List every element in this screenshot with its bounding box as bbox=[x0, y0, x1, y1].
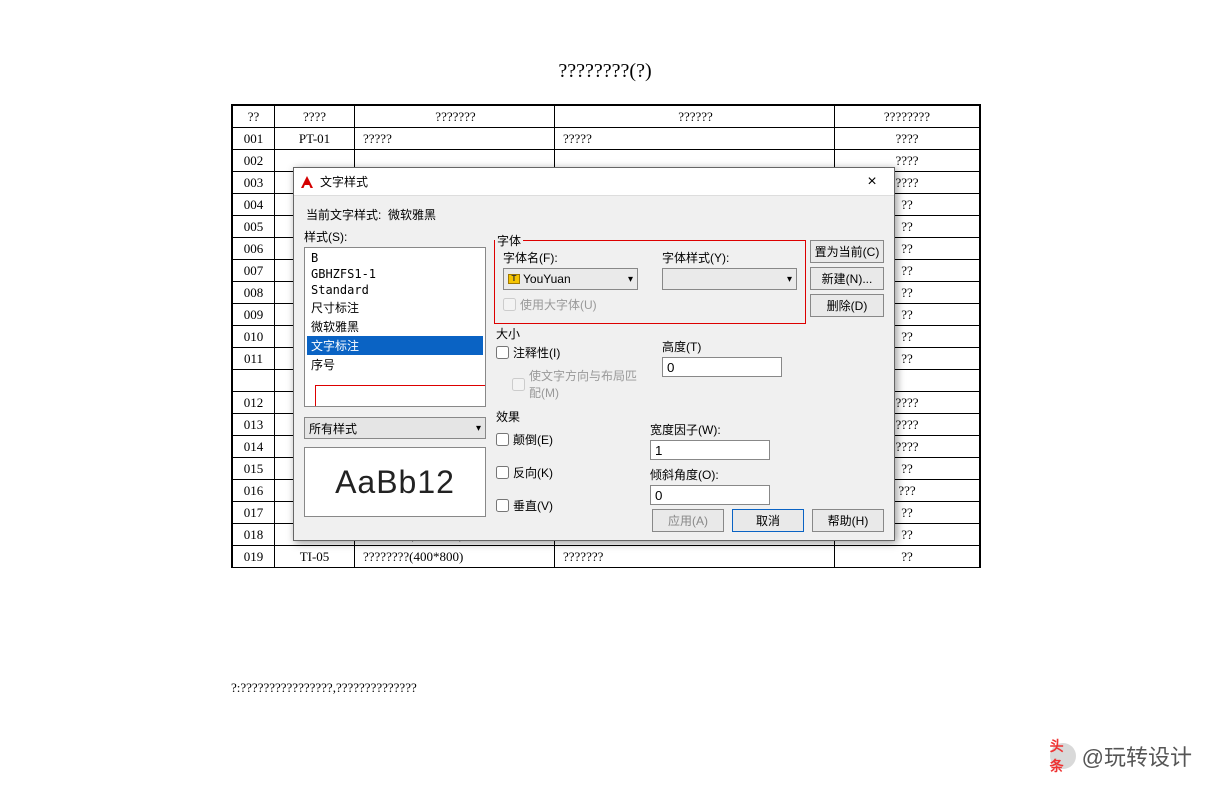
chevron-down-icon: ▾ bbox=[787, 274, 792, 285]
font-group-title: 字体 bbox=[495, 232, 523, 249]
table-row: 019TI-05????????(400*800)????????? bbox=[233, 546, 980, 568]
font-name-label: 字体名(F): bbox=[503, 249, 638, 266]
text-style-dialog: 文字样式 × 当前文字样式: 微软雅黑 样式(S): BGBHZFS1-1Sta… bbox=[293, 167, 895, 541]
table-header: ?? bbox=[233, 106, 275, 128]
watermark-icon: 头条 bbox=[1050, 743, 1076, 769]
use-bigfont-checkbox: 使用大字体(U) bbox=[503, 296, 797, 313]
width-factor-label: 宽度因子(W): bbox=[650, 421, 804, 438]
style-list-item[interactable]: 文字标注 bbox=[307, 336, 483, 355]
new-button[interactable]: 新建(N)... bbox=[810, 267, 884, 290]
filter-value: 所有样式 bbox=[309, 420, 357, 437]
size-group: 大小 注释性(I) 使文字方向与布局匹配(M) 高度(T) bbox=[494, 332, 806, 405]
page-title: ????????(?) bbox=[0, 60, 1210, 83]
effect-group-title: 效果 bbox=[494, 408, 522, 425]
highlight-box bbox=[315, 385, 486, 407]
backwards-checkbox[interactable]: 反向(K) bbox=[496, 464, 626, 481]
table-header: ?????? bbox=[555, 106, 835, 128]
table-row: 001PT-01?????????????? bbox=[233, 128, 980, 150]
style-filter-select[interactable]: 所有样式 ▾ bbox=[304, 417, 486, 439]
font-group: 字体 字体名(F): TYouYuan ▾ 字体样式(Y): bbox=[494, 240, 806, 324]
delete-button[interactable]: 删除(D) bbox=[810, 294, 884, 317]
dialog-title: 文字样式 bbox=[320, 173, 856, 190]
match-orient-checkbox: 使文字方向与布局匹配(M) bbox=[512, 367, 638, 401]
style-list-item[interactable]: Standard bbox=[307, 282, 483, 298]
style-list-item[interactable]: GBHZFS1-1 bbox=[307, 266, 483, 282]
cancel-button[interactable]: 取消 bbox=[732, 509, 804, 532]
size-group-title: 大小 bbox=[494, 325, 522, 342]
style-list-item[interactable]: B bbox=[307, 250, 483, 266]
truetype-icon: T bbox=[508, 274, 520, 284]
font-name-select[interactable]: TYouYuan ▾ bbox=[503, 268, 638, 290]
table-header: ???????? bbox=[835, 106, 980, 128]
upside-down-checkbox[interactable]: 颠倒(E) bbox=[496, 431, 626, 448]
footer-note: ?:????????????????,?????????????? bbox=[231, 680, 417, 696]
chevron-down-icon: ▾ bbox=[628, 274, 633, 285]
style-list-item[interactable]: 微软雅黑 bbox=[307, 317, 483, 336]
watermark: 头条 @玩转设计 bbox=[1050, 740, 1192, 772]
style-list[interactable]: BGBHZFS1-1Standard尺寸标注微软雅黑文字标注序号 bbox=[304, 247, 486, 407]
apply-button[interactable]: 应用(A) bbox=[652, 509, 724, 532]
oblique-label: 倾斜角度(O): bbox=[650, 466, 804, 483]
help-button[interactable]: 帮助(H) bbox=[812, 509, 884, 532]
table-header: ??????? bbox=[355, 106, 555, 128]
dialog-titlebar: 文字样式 × bbox=[294, 168, 894, 196]
set-current-button[interactable]: 置为当前(C) bbox=[810, 240, 884, 263]
style-list-item[interactable]: 尺寸标注 bbox=[307, 298, 483, 317]
current-style-label: 当前文字样式: 微软雅黑 bbox=[306, 206, 884, 223]
font-style-label: 字体样式(Y): bbox=[662, 249, 797, 266]
table-header: ???? bbox=[275, 106, 355, 128]
chevron-down-icon: ▾ bbox=[476, 423, 481, 434]
height-label: 高度(T) bbox=[662, 338, 804, 355]
height-input[interactable] bbox=[662, 357, 782, 377]
autocad-icon bbox=[300, 175, 314, 189]
style-list-item[interactable]: 序号 bbox=[307, 355, 483, 374]
font-style-select[interactable]: ▾ bbox=[662, 268, 797, 290]
styles-label: 样式(S): bbox=[304, 228, 486, 245]
close-button[interactable]: × bbox=[856, 173, 888, 191]
annotative-checkbox[interactable]: 注释性(I) bbox=[496, 344, 638, 361]
width-factor-input[interactable] bbox=[650, 440, 770, 460]
